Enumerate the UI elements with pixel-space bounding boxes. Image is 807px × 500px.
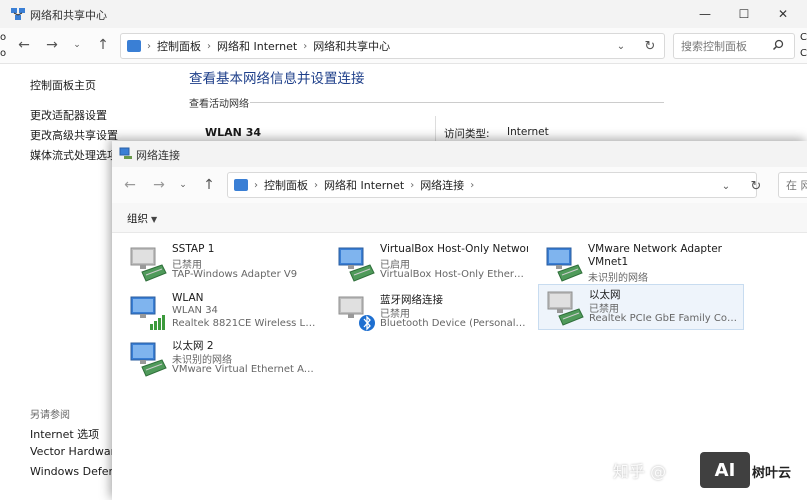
- address-dropdown-chevron-icon[interactable]: ⌄: [611, 34, 631, 58]
- control-panel-icon: [127, 40, 141, 52]
- bluetooth-adapter-icon: [336, 294, 376, 332]
- refresh-icon[interactable]: ↻: [640, 34, 660, 58]
- active-network-name: WLAN 34: [205, 126, 261, 139]
- address-dropdown-chevron-icon[interactable]: ⌄: [716, 174, 736, 198]
- access-type-label: 访问类型:: [444, 128, 490, 140]
- recent-locations-chevron-icon[interactable]: ⌄: [66, 34, 88, 56]
- sidebar-link-control-panel-home[interactable]: 控制面板主页: [30, 77, 96, 93]
- network-adapter-disabled-icon: [128, 245, 168, 283]
- close-button[interactable]: ✕: [764, 0, 802, 28]
- connection-item[interactable]: SSTAP 1 已禁用 TAP-Windows Adapter V9: [122, 241, 322, 287]
- up-arrow-icon[interactable]: ↑: [198, 174, 220, 196]
- connection-item[interactable]: VMware Network Adapter VMnet1 未识别的网络: [538, 241, 738, 287]
- network-adapter-icon: [544, 245, 584, 283]
- wifi-adapter-icon: [128, 294, 168, 332]
- breadcrumb-separator: ›: [314, 179, 318, 191]
- connection-name: VirtualBox Host-Only Network: [380, 243, 528, 255]
- navigation-bar: ← → ⌄ ↑ › 控制面板 › 网络和 Internet › 网络连接 › ⌄…: [112, 167, 807, 203]
- address-bar[interactable]: › 控制面板 › 网络和 Internet › 网络连接 ›: [227, 172, 757, 198]
- clipped-edge-text: o: [0, 32, 7, 43]
- title-bar[interactable]: 网络和共享中心 — ☐ ✕: [0, 0, 807, 28]
- network-connections-icon: [119, 147, 133, 161]
- connection-item[interactable]: WLAN WLAN 34 Realtek 8821CE Wireless LAN .…: [122, 290, 322, 336]
- breadcrumb-separator: ›: [147, 40, 151, 52]
- network-connections-window: 网络连接 ← → ⌄ ↑ › 控制面板 › 网络和 Internet › 网络连…: [112, 141, 807, 500]
- connection-status: WLAN 34: [172, 305, 218, 316]
- connection-name: VMware Network Adapter: [588, 243, 722, 255]
- connection-item[interactable]: 蓝牙网络连接已禁用Bluetooth Device (Personal Are.…: [330, 290, 530, 336]
- connection-device: Bluetooth Device (Personal Are...: [380, 318, 528, 329]
- organize-label: 组织: [127, 213, 148, 225]
- see-also-vector-hardware[interactable]: Vector Hardware: [30, 445, 122, 458]
- back-arrow-icon[interactable]: ←: [13, 34, 35, 56]
- sidebar-link-adapter-settings[interactable]: 更改适配器设置: [30, 107, 107, 123]
- forward-arrow-icon[interactable]: →: [41, 34, 63, 56]
- breadcrumb-control-panel[interactable]: 控制面板: [157, 38, 201, 54]
- clipped-edge-text: C: [800, 32, 807, 43]
- connection-device: VMware Virtual Ethernet Adap...: [172, 364, 320, 375]
- breadcrumb-sharing-center[interactable]: 网络和共享中心: [313, 38, 390, 54]
- address-bar[interactable]: › 控制面板 › 网络和 Internet › 网络和共享中心: [120, 33, 665, 59]
- divider: [250, 102, 664, 103]
- recent-locations-chevron-icon[interactable]: ⌄: [172, 174, 194, 196]
- network-adapter-icon: [128, 340, 168, 378]
- connection-device: VirtualBox Host-Only Ethernet ...: [380, 269, 528, 280]
- refresh-icon[interactable]: ↻: [746, 174, 766, 198]
- network-center-icon: [10, 6, 26, 22]
- see-also-heading: 另请参阅: [30, 410, 70, 421]
- window-title: 网络和共享中心: [30, 9, 107, 22]
- window-title: 网络连接: [136, 149, 180, 162]
- watermark-text: 树叶云: [752, 466, 792, 481]
- connection-item[interactable]: VirtualBox Host-Only Network 已启用 VirtualBo…: [330, 241, 530, 287]
- connection-item[interactable]: 以太网 已禁用 Realtek PCIe GbE Family Contr...: [538, 284, 744, 330]
- organize-button[interactable]: 组织 ▼: [127, 211, 157, 226]
- maximize-button[interactable]: ☐: [725, 0, 763, 28]
- watermark-logo: AI: [700, 452, 750, 488]
- breadcrumb-network-connections[interactable]: 网络连接: [420, 177, 464, 193]
- search-icon[interactable]: [772, 39, 784, 54]
- breadcrumb-network-internet[interactable]: 网络和 Internet: [217, 38, 297, 54]
- breadcrumb-control-panel[interactable]: 控制面板: [264, 177, 308, 193]
- back-arrow-icon[interactable]: ←: [119, 174, 141, 196]
- breadcrumb-separator: ›: [410, 179, 415, 191]
- up-arrow-icon[interactable]: ↑: [92, 34, 114, 56]
- connection-device: Realtek PCIe GbE Family Contr...: [589, 313, 743, 324]
- command-toolbar: 组织 ▼: [112, 203, 807, 233]
- breadcrumb-network-internet[interactable]: 网络和 Internet: [324, 177, 404, 193]
- sidebar-link-advanced-sharing[interactable]: 更改高级共享设置: [30, 127, 118, 143]
- breadcrumb-separator: ›: [470, 179, 475, 191]
- caret-down-icon: ▼: [151, 215, 158, 224]
- connection-status: 未识别的网络: [588, 273, 648, 284]
- navigation-bar: ← → ⌄ ↑ › 控制面板 › 网络和 Internet › 网络和共享中心 …: [0, 28, 807, 64]
- search-input[interactable]: 在 网: [778, 172, 807, 198]
- watermark-zhihu: 知乎 @: [613, 462, 667, 481]
- page-title: 查看基本网络信息并设置连接: [189, 71, 365, 87]
- clipped-edge-text: o: [0, 48, 7, 59]
- connection-name: SSTAP 1: [172, 243, 215, 255]
- connection-item[interactable]: 以太网 2 未识别的网络 VMware Virtual Ethernet Adap.…: [122, 336, 322, 382]
- title-bar[interactable]: 网络连接: [112, 141, 807, 167]
- connection-device: Realtek 8821CE Wireless LAN ...: [172, 318, 320, 329]
- minimize-button[interactable]: —: [686, 0, 724, 28]
- breadcrumb-separator: ›: [303, 40, 308, 52]
- breadcrumb-separator: ›: [254, 179, 258, 191]
- network-adapter-icon: [336, 245, 376, 283]
- control-panel-icon: [234, 179, 248, 191]
- ethernet-adapter-disabled-icon: [545, 289, 585, 327]
- breadcrumb-separator: ›: [207, 40, 211, 52]
- active-networks-label: 查看活动网络: [189, 99, 249, 110]
- access-type-value: Internet: [507, 126, 549, 138]
- clipped-edge-text: C: [800, 48, 807, 59]
- sidebar-link-media-streaming[interactable]: 媒体流式处理选项: [30, 147, 118, 163]
- connection-name: WLAN: [172, 292, 204, 304]
- forward-arrow-icon[interactable]: →: [148, 174, 170, 196]
- connection-device: TAP-Windows Adapter V9: [172, 269, 298, 280]
- see-also-internet-options[interactable]: Internet 选项: [30, 426, 99, 442]
- connection-name-line2: VMnet1: [588, 256, 629, 268]
